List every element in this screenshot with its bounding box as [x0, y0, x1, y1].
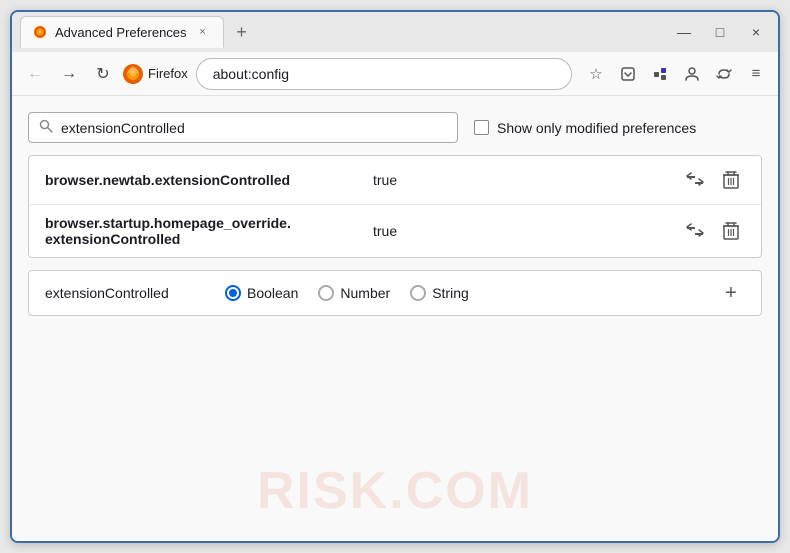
- delete-svg-2: [723, 222, 739, 240]
- window-close-button[interactable]: ×: [742, 18, 770, 46]
- search-input[interactable]: [61, 120, 447, 136]
- show-modified-label: Show only modified preferences: [497, 120, 696, 136]
- nav-bar: ← → ↻ Firefox about:config ☆: [12, 52, 778, 96]
- table-row[interactable]: browser.newtab.extensionControlled true: [29, 156, 761, 205]
- profile-svg: [684, 66, 700, 82]
- tab-title: Advanced Preferences: [55, 25, 187, 40]
- radio-circle-string: [410, 285, 426, 301]
- bookmark-icon[interactable]: ☆: [582, 60, 610, 88]
- watermark: RISK.COM: [257, 461, 533, 521]
- radio-number[interactable]: Number: [318, 285, 390, 301]
- firefox-tab-icon: [33, 25, 47, 39]
- profile-icon[interactable]: [678, 60, 706, 88]
- radio-string[interactable]: String: [410, 285, 469, 301]
- type-radio-group: Boolean Number String: [225, 285, 469, 301]
- radio-number-label: Number: [340, 285, 390, 301]
- address-text: about:config: [213, 66, 289, 82]
- radio-string-label: String: [432, 285, 469, 301]
- pref-name-1: browser.newtab.extensionControlled: [45, 172, 365, 188]
- forward-button[interactable]: →: [54, 59, 84, 89]
- toggle-button-2[interactable]: [681, 217, 709, 245]
- nav-icon-group: ☆: [582, 60, 770, 88]
- row-actions-1: [681, 166, 745, 194]
- search-svg: [39, 119, 53, 133]
- browser-tab[interactable]: Advanced Preferences ×: [20, 16, 224, 48]
- firefox-label: Firefox: [148, 66, 188, 81]
- title-bar: Advanced Preferences × + — □ ×: [12, 12, 778, 52]
- tab-close-button[interactable]: ×: [195, 24, 211, 40]
- add-pref-row: extensionControlled Boolean Number Strin…: [28, 270, 762, 316]
- pocket-icon[interactable]: [614, 60, 642, 88]
- browser-window: Advanced Preferences × + — □ × ← → ↻ Fir…: [10, 10, 780, 543]
- table-row[interactable]: browser.startup.homepage_override. exten…: [29, 205, 761, 257]
- firefox-logo-icon: [122, 63, 144, 85]
- sync-icon[interactable]: [710, 60, 738, 88]
- search-input-wrap[interactable]: [28, 112, 458, 143]
- delete-button-1[interactable]: [717, 166, 745, 194]
- menu-icon[interactable]: ≡: [742, 60, 770, 88]
- delete-button-2[interactable]: [717, 217, 745, 245]
- new-pref-name: extensionControlled: [45, 285, 205, 301]
- radio-circle-number: [318, 285, 334, 301]
- content-area: RISK.COM Show only modified preferences: [12, 96, 778, 541]
- results-table: browser.newtab.extensionControlled true: [28, 155, 762, 258]
- radio-boolean[interactable]: Boolean: [225, 285, 298, 301]
- show-modified-checkbox[interactable]: [474, 120, 489, 135]
- search-icon: [39, 119, 53, 136]
- tab-favicon: [33, 25, 47, 39]
- pref-value-1: true: [373, 172, 673, 188]
- toggle-button-1[interactable]: [681, 166, 709, 194]
- minimize-button[interactable]: —: [670, 18, 698, 46]
- new-tab-button[interactable]: +: [228, 18, 256, 46]
- radio-circle-boolean: [225, 285, 241, 301]
- add-preference-button[interactable]: +: [717, 279, 745, 307]
- maximize-button[interactable]: □: [706, 18, 734, 46]
- extension-icon[interactable]: [646, 60, 674, 88]
- search-bar-row: Show only modified preferences: [28, 112, 762, 143]
- show-modified-wrap: Show only modified preferences: [474, 120, 696, 136]
- reload-button[interactable]: ↻: [88, 59, 118, 89]
- delete-svg: [723, 171, 739, 189]
- row-actions-2: [681, 217, 745, 245]
- window-controls: — □ ×: [670, 18, 770, 46]
- toggle-svg: [685, 172, 705, 188]
- pref-value-2: true: [373, 223, 673, 239]
- extension-svg: [652, 66, 668, 82]
- pocket-svg: [620, 66, 636, 82]
- pref-name-2-wrap: browser.startup.homepage_override. exten…: [45, 215, 365, 247]
- radio-boolean-label: Boolean: [247, 285, 298, 301]
- pref-name-2-line1: browser.startup.homepage_override.: [45, 215, 365, 231]
- toggle-svg-2: [685, 223, 705, 239]
- back-button[interactable]: ←: [20, 59, 50, 89]
- pref-name-2-line2: extensionControlled: [45, 231, 365, 247]
- sync-svg: [716, 66, 732, 82]
- address-bar[interactable]: about:config: [196, 58, 572, 90]
